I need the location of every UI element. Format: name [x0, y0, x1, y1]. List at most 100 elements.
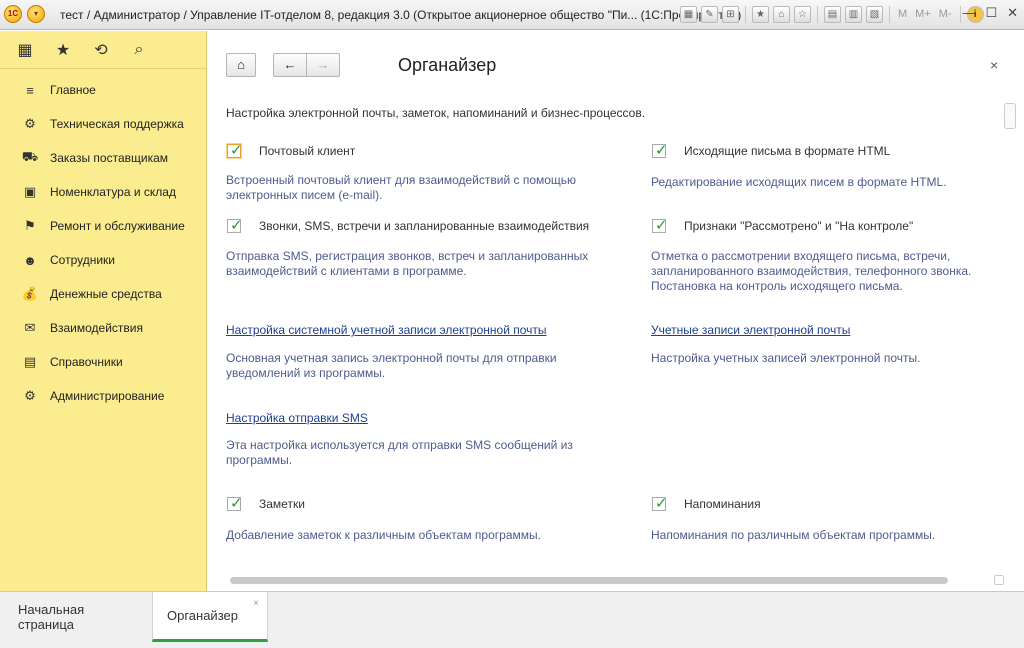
- sidebar-item-label: Денежные средства: [50, 287, 162, 301]
- sidebar-item-nomenclature[interactable]: ▣ Номенклатура и склад: [0, 175, 206, 209]
- forward-button[interactable]: →: [306, 53, 340, 77]
- checkmark-icon: ✓: [655, 217, 668, 234]
- close-window-icon[interactable]: ✕: [1007, 5, 1018, 21]
- people-icon: ☻: [23, 252, 37, 268]
- book-icon: ▤: [23, 354, 37, 369]
- description-line: Отправка SMS, регистрация звонков, встре…: [226, 249, 589, 263]
- favorites-icon[interactable]: ★: [752, 6, 769, 23]
- menu-lines-icon: ≡: [26, 82, 34, 98]
- toolbar-icon[interactable]: ⊞: [722, 6, 739, 23]
- calculator-icon[interactable]: ▤: [824, 6, 841, 23]
- option-label: Исходящие письма в формате HTML: [684, 144, 891, 158]
- sidebar-item-label: Заказы поставщикам: [50, 151, 169, 165]
- sms-settings-link[interactable]: Настройка отправки SMS: [226, 411, 368, 425]
- option-html-mail[interactable]: ✓ Исходящие письма в формате HTML: [652, 142, 891, 159]
- back-button[interactable]: ←: [273, 53, 307, 77]
- description-line: запланированного взаимодействия, телефон…: [651, 264, 972, 278]
- option-description: Отметка о рассмотрении входящего письма,…: [651, 249, 971, 294]
- description-line: Добавление заметок к различным объектам …: [226, 528, 541, 542]
- home-button[interactable]: ⌂: [226, 53, 256, 77]
- toolbar-icon[interactable]: ☆: [794, 6, 811, 23]
- option-description: Отправка SMS, регистрация звонков, встре…: [226, 249, 588, 279]
- printer-icon: ▣: [23, 184, 37, 199]
- page-subtitle: Настройка электронной почты, заметок, на…: [226, 106, 646, 120]
- option-label: Напоминания: [684, 497, 761, 511]
- reminders-checkbox[interactable]: ✓: [652, 495, 668, 512]
- link-description: Настройка учетных записей электронной по…: [651, 351, 920, 366]
- option-calls-sms[interactable]: ✓ Звонки, SMS, встречи и запланированные…: [227, 217, 590, 234]
- sidebar-item-repair[interactable]: ⚑ Ремонт и обслуживание: [0, 209, 206, 243]
- toolbar-icon[interactable]: ▧: [866, 6, 883, 23]
- window-controls: — ☐ ✕: [962, 5, 1018, 21]
- description-line: Настройка учетных записей электронной по…: [651, 351, 921, 365]
- system-email-account-link[interactable]: Настройка системной учетной записи элект…: [226, 323, 547, 337]
- organizer-panel: ⌂ ← → Органайзер × Настройка электронной…: [208, 31, 1024, 591]
- sidebar-item-support[interactable]: ⚙ Техническая поддержка: [0, 107, 206, 141]
- sidebar-item-label: Ремонт и обслуживание: [50, 219, 185, 233]
- notes-checkbox[interactable]: ✓: [227, 495, 243, 512]
- app-logo-icon[interactable]: 1С: [4, 5, 22, 23]
- sidebar-item-administration[interactable]: ⚙ Администрирование: [0, 379, 206, 413]
- toolbar-icon[interactable]: ▦: [680, 6, 697, 23]
- sidebar-item-main[interactable]: ≡ Главное: [0, 73, 206, 107]
- search-icon[interactable]: ⌕: [129, 41, 149, 59]
- sidebar-item-label: Сотрудники: [50, 253, 115, 267]
- calendar-icon[interactable]: ▥: [845, 6, 862, 23]
- title-bar: 1С ▾ тест / Администратор / Управление I…: [0, 0, 1024, 30]
- sidebar-item-catalogs[interactable]: ▤ Справочники: [0, 345, 206, 379]
- description-line: уведомлений из программы.: [226, 366, 386, 380]
- page-title: Органайзер: [398, 55, 497, 75]
- sidebar-item-employees[interactable]: ☻ Сотрудники: [0, 243, 206, 277]
- star-icon[interactable]: ★: [53, 40, 73, 60]
- tab-organizer[interactable]: Органайзер ×: [152, 592, 268, 642]
- option-label: Звонки, SMS, встречи и запланированные в…: [259, 219, 590, 233]
- option-description: Редактирование исходящих писем в формате…: [651, 175, 947, 190]
- envelope-icon: ✉: [24, 320, 36, 335]
- memory-plus-button[interactable]: M+: [913, 6, 933, 23]
- option-mail-client[interactable]: ✓ Почтовый клиент: [227, 142, 355, 159]
- apps-grid-icon[interactable]: ▦: [15, 40, 35, 60]
- mail-client-checkbox[interactable]: ✓: [227, 142, 243, 159]
- reviewed-control-checkbox[interactable]: ✓: [652, 217, 668, 234]
- checkmark-icon: ✓: [230, 495, 243, 512]
- description-line: Основная учетная запись электронной почт…: [226, 351, 557, 365]
- calls-sms-checkbox[interactable]: ✓: [227, 217, 243, 234]
- tab-close-icon[interactable]: ×: [253, 598, 259, 609]
- email-accounts-link[interactable]: Учетные записи электронной почты: [651, 323, 850, 337]
- toolbar-separator: [817, 6, 818, 23]
- memory-m-button[interactable]: M: [896, 6, 909, 23]
- toolbar-separator: [889, 6, 890, 23]
- sidebar-item-interactions[interactable]: ✉ Взаимодействия: [0, 311, 206, 345]
- option-notes[interactable]: ✓ Заметки: [227, 495, 305, 512]
- html-mail-checkbox[interactable]: ✓: [652, 142, 668, 159]
- toolbar-separator: [745, 6, 746, 23]
- minimize-icon[interactable]: —: [962, 5, 975, 21]
- history-icon[interactable]: ⟲: [91, 40, 111, 60]
- memory-minus-button[interactable]: M-: [937, 6, 954, 23]
- option-description: Напоминания по различным объектам програ…: [651, 528, 935, 543]
- option-description: Добавление заметок к различным объектам …: [226, 528, 541, 543]
- description-line: Встроенный почтовый клиент для взаимодей…: [226, 173, 577, 187]
- option-reminders[interactable]: ✓ Напоминания: [652, 495, 761, 512]
- sidebar-item-supplier-orders[interactable]: ⛟ Заказы поставщикам: [0, 141, 206, 175]
- tab-label: Начальная страница: [18, 602, 85, 632]
- option-label: Признаки "Рассмотрено" и "На контроле": [684, 219, 914, 233]
- tab-start-page[interactable]: Начальная страница: [4, 592, 150, 642]
- vertical-scrollbar[interactable]: [1004, 103, 1016, 129]
- checkmark-icon: ✓: [230, 217, 243, 234]
- sidebar-item-money[interactable]: 💰 Денежные средства: [0, 277, 206, 311]
- horizontal-scrollbar[interactable]: [230, 577, 948, 584]
- option-reviewed-control[interactable]: ✓ Признаки "Рассмотрено" и "На контроле": [652, 217, 914, 234]
- checkmark-icon: ✓: [655, 142, 668, 159]
- toolbar-icon[interactable]: ⌂: [773, 6, 790, 23]
- toolbar-icon[interactable]: ✎: [701, 6, 718, 23]
- window-title: тест / Администратор / Управление IT-отд…: [60, 8, 742, 22]
- close-icon[interactable]: ×: [990, 57, 998, 73]
- maximize-icon[interactable]: ☐: [985, 5, 997, 21]
- option-description: Встроенный почтовый клиент для взаимодей…: [226, 173, 576, 203]
- sidebar-item-label: Главное: [50, 83, 96, 97]
- description-line: Постановка на контроль исходящего письма…: [651, 279, 903, 293]
- link-description: Основная учетная запись электронной почт…: [226, 351, 557, 381]
- scrollbar-corner: [994, 575, 1004, 585]
- main-menu-icon[interactable]: ▾: [27, 5, 45, 23]
